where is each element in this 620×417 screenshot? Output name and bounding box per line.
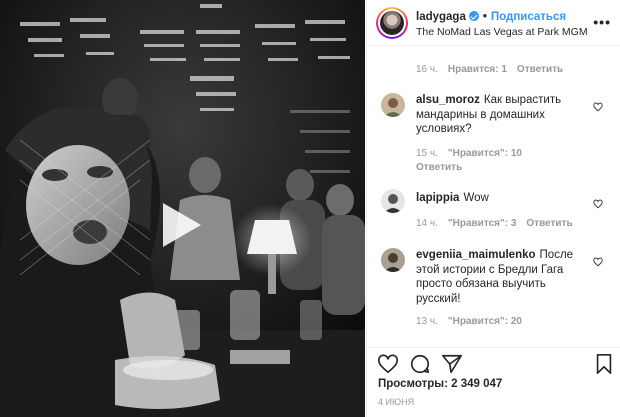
comment-likes[interactable]: "Нравится": 20 xyxy=(448,316,522,327)
comment-meta: 13 ч. "Нравится": 20 xyxy=(416,316,532,327)
author-avatar[interactable] xyxy=(376,7,408,39)
comment-likes[interactable]: "Нравится": 10 xyxy=(448,148,522,159)
comment-body: Wow xyxy=(463,192,489,204)
post-header: ladygaga • Подписаться The NoMad Las Vegas… xyxy=(367,0,620,46)
commenter-username[interactable]: lapippia xyxy=(416,192,459,204)
commenter-avatar[interactable] xyxy=(381,93,405,117)
comment-time: 14 ч. xyxy=(416,218,438,229)
comment-time: 16 ч. xyxy=(416,64,438,75)
paper-plane-icon[interactable] xyxy=(441,353,463,375)
video-player[interactable] xyxy=(0,0,365,417)
separator-dot: • xyxy=(482,11,487,23)
commenter-username[interactable]: alsu_moroz xyxy=(416,94,480,106)
reply-button[interactable]: Ответить xyxy=(526,218,572,229)
comment-time: 15 ч. xyxy=(416,148,438,159)
author-username[interactable]: ladygaga xyxy=(416,11,466,23)
commenter-avatar[interactable] xyxy=(381,189,405,213)
follow-button[interactable]: Подписаться xyxy=(491,11,566,23)
comment-text: alsu_moroz Как вырастить мандарины в дома… xyxy=(416,93,584,137)
comment-like-heart-icon[interactable] xyxy=(593,257,603,267)
comment-likes[interactable]: "Нравится": 3 xyxy=(448,218,517,229)
more-options-icon[interactable]: ••• xyxy=(593,14,611,30)
comment-likes[interactable]: Нравится: 1 xyxy=(448,64,507,75)
bookmark-icon[interactable] xyxy=(593,353,615,375)
view-count[interactable]: Просмотры: 2 349 047 xyxy=(378,378,502,390)
comment-time: 13 ч. xyxy=(416,316,438,327)
comment-reply-row: Ответить xyxy=(416,162,472,173)
comments-list[interactable]: 16 ч. Нравится: 1 Ответить alsu_moroz Как в… xyxy=(367,47,620,345)
comment-bubble-icon[interactable] xyxy=(409,353,431,375)
comment-like-heart-icon[interactable] xyxy=(593,102,603,112)
verified-badge-icon xyxy=(468,11,479,21)
author-line: ladygaga • Подписаться xyxy=(416,11,566,23)
commenter-username[interactable]: evgeniia_maimulenko xyxy=(416,249,536,261)
reply-button[interactable]: Ответить xyxy=(416,162,462,173)
play-icon[interactable] xyxy=(153,197,209,253)
reply-button[interactable]: Ответить xyxy=(517,64,563,75)
post-date[interactable]: 4 июня xyxy=(378,397,414,407)
action-bar xyxy=(367,347,620,377)
comment-text: evgeniia_maimulenko После этой истории с … xyxy=(416,248,584,306)
comment-meta: 16 ч. Нравится: 1 Ответить xyxy=(416,64,573,75)
comment-text: lapippia Wow xyxy=(416,191,584,206)
commenter-avatar[interactable] xyxy=(381,248,405,272)
comment-like-heart-icon[interactable] xyxy=(593,199,603,209)
comment-meta: 15 ч. "Нравится": 10 xyxy=(416,148,532,159)
comment-meta: 14 ч. "Нравится": 3 Ответить xyxy=(416,218,583,229)
location-link[interactable]: The NoMad Las Vegas at Park MGM xyxy=(416,26,588,38)
post-sidebar: ladygaga • Подписаться The NoMad Las Vegas… xyxy=(366,0,620,417)
heart-icon[interactable] xyxy=(377,353,399,375)
